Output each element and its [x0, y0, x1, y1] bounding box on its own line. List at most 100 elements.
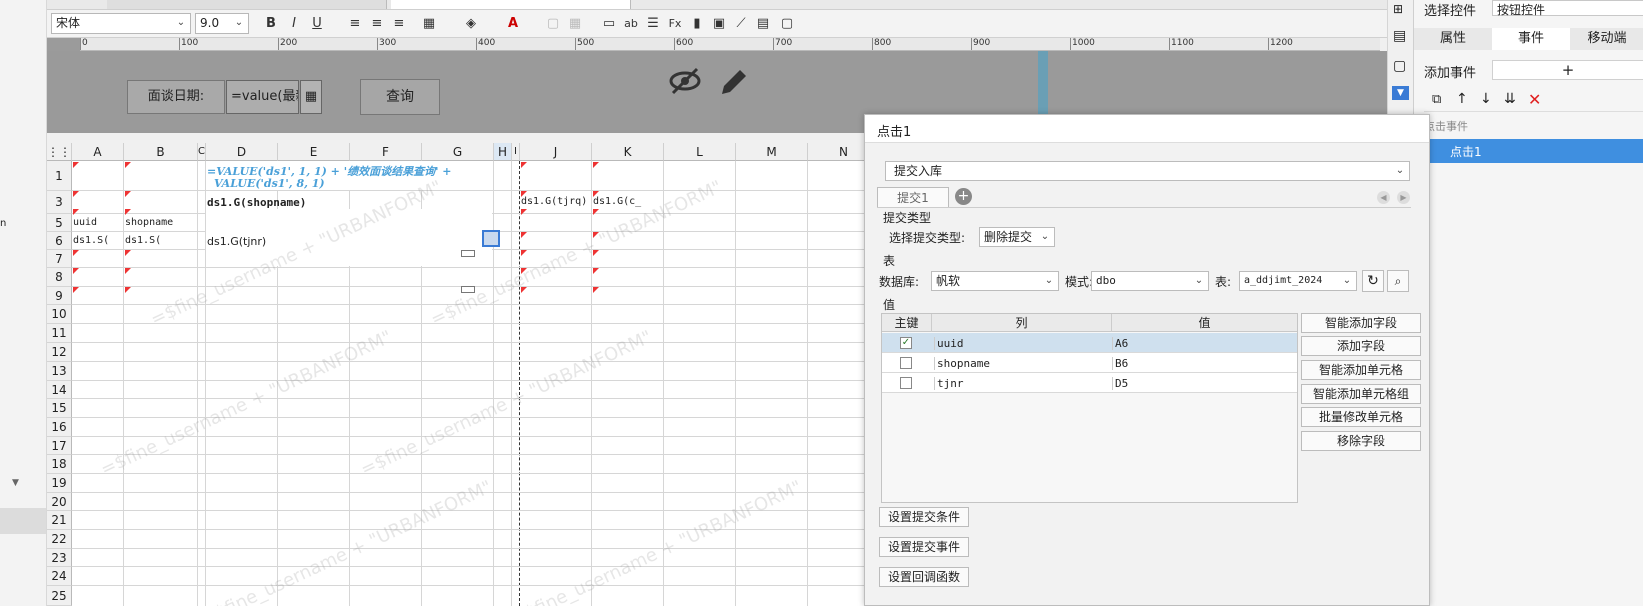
- smart-add-cell-button[interactable]: 智能添加单元格: [1301, 360, 1421, 380]
- row-header[interactable]: 25: [47, 586, 72, 606]
- arrow-up-icon[interactable]: ↑: [1456, 91, 1468, 107]
- search-table-icon[interactable]: ⌕: [1387, 270, 1409, 292]
- refresh-icon[interactable]: ↻: [1362, 270, 1384, 292]
- row-header[interactable]: 24: [47, 567, 72, 586]
- column-header-i[interactable]: I: [512, 143, 520, 161]
- row-header[interactable]: 3: [47, 191, 72, 214]
- subreport-icon[interactable]: ▤: [753, 14, 773, 34]
- row-header[interactable]: 13: [47, 362, 72, 381]
- tab-mobile[interactable]: 移动端: [1570, 28, 1643, 50]
- table-row[interactable]: ✓ uuid A6: [882, 333, 1297, 353]
- fill-color-icon[interactable]: ◈: [461, 14, 481, 34]
- set-submit-condition-button[interactable]: 设置提交条件: [879, 507, 969, 527]
- smart-add-cell-group-button[interactable]: 智能添加单元格组: [1301, 384, 1421, 404]
- insert-row-icon[interactable]: ▭: [599, 14, 619, 34]
- grid-corner[interactable]: ⋮⋮: [47, 143, 72, 161]
- column-header-a[interactable]: A: [72, 143, 124, 161]
- row-header[interactable]: 7: [47, 250, 72, 268]
- row-header[interactable]: 5: [47, 214, 72, 232]
- formula-icon[interactable]: Fx: [665, 14, 685, 34]
- font-family-select[interactable]: 宋体 ⌄: [51, 13, 191, 34]
- row-header[interactable]: 11: [47, 324, 72, 343]
- submit-subtab[interactable]: 提交1: [877, 187, 949, 207]
- row-header[interactable]: 1: [47, 161, 72, 191]
- column-header-k[interactable]: K: [592, 143, 664, 161]
- cell-b5[interactable]: shopname: [125, 217, 173, 228]
- row-header[interactable]: 20: [47, 493, 72, 511]
- hidden-eye-icon[interactable]: [668, 66, 702, 103]
- row-header[interactable]: 15: [47, 399, 72, 418]
- prev-tab-icon[interactable]: ◀: [1377, 191, 1390, 204]
- row-header[interactable]: 12: [47, 343, 72, 362]
- row-value[interactable]: B6: [1112, 357, 1128, 370]
- underline-icon[interactable]: U: [307, 14, 327, 34]
- calendar-icon[interactable]: ▦: [300, 80, 322, 114]
- add-subtab-icon[interactable]: +: [955, 188, 972, 205]
- delete-icon[interactable]: ✕: [1528, 90, 1541, 109]
- select-control-value[interactable]: 按钮控件: [1492, 0, 1643, 17]
- row-header[interactable]: 14: [47, 381, 72, 399]
- row-header[interactable]: 6: [47, 232, 72, 250]
- row-header[interactable]: 18: [47, 455, 72, 474]
- table-select[interactable]: a_ddjimt_2024 ⌄: [1239, 271, 1357, 291]
- add-event-button[interactable]: +: [1492, 60, 1643, 80]
- submit-type-select[interactable]: 删除提交 ⌄: [979, 227, 1055, 247]
- copy-icon[interactable]: ⧉: [1432, 92, 1441, 107]
- column-header-h[interactable]: H: [494, 143, 512, 161]
- align-right-icon[interactable]: ≡: [389, 14, 409, 34]
- cell-d3[interactable]: ds1.G(shopname): [207, 196, 306, 209]
- column-header-f[interactable]: F: [350, 143, 422, 161]
- tab-events[interactable]: 事件: [1492, 28, 1570, 50]
- chart-icon[interactable]: ▮: [687, 14, 707, 34]
- bold-icon[interactable]: B: [261, 14, 281, 34]
- frame-icon[interactable]: ▢: [1393, 58, 1406, 74]
- left-panel-selected-row[interactable]: [0, 508, 46, 534]
- selected-cell-button-widget[interactable]: [482, 230, 500, 247]
- date-param-input[interactable]: =value(最新: [226, 80, 299, 114]
- italic-icon[interactable]: I: [284, 14, 304, 34]
- merge-cells-icon[interactable]: ▢: [543, 14, 563, 34]
- row-header[interactable]: 9: [47, 287, 72, 305]
- border-icon[interactable]: ▦: [419, 14, 439, 34]
- row-value[interactable]: D5: [1112, 377, 1128, 390]
- column-header-j[interactable]: J: [520, 143, 592, 161]
- column-header-d[interactable]: D: [206, 143, 278, 161]
- row-header[interactable]: 23: [47, 549, 72, 567]
- query-button[interactable]: 查询: [360, 79, 440, 115]
- column-header-c[interactable]: C: [198, 143, 206, 161]
- schema-select[interactable]: dbo ⌄: [1091, 271, 1209, 291]
- slash-icon[interactable]: ⟋: [731, 14, 751, 34]
- table-row[interactable]: shopname B6: [882, 353, 1297, 373]
- paragraph-icon[interactable]: ☰: [643, 14, 663, 34]
- widget-settings-icon[interactable]: ▤: [1393, 28, 1406, 44]
- row-value[interactable]: A6: [1112, 337, 1128, 350]
- add-field-button[interactable]: 添加字段: [1301, 336, 1421, 356]
- widget-handle[interactable]: [461, 250, 475, 257]
- primary-key-checkbox[interactable]: [900, 357, 912, 369]
- next-tab-icon[interactable]: ▶: [1397, 191, 1410, 204]
- edit-pencil-icon[interactable]: [718, 66, 750, 101]
- table-row[interactable]: tjnr D5: [882, 373, 1297, 393]
- collapse-arrow-icon[interactable]: ▼: [12, 478, 19, 488]
- row-header[interactable]: 10: [47, 305, 72, 324]
- row-header[interactable]: 8: [47, 268, 72, 287]
- cell-d6[interactable]: ds1.G(tjnr): [207, 235, 266, 248]
- action-type-select[interactable]: 提交入库 ⌄: [885, 161, 1410, 181]
- row-header[interactable]: 16: [47, 418, 72, 437]
- row-header[interactable]: 21: [47, 511, 72, 530]
- primary-key-checkbox[interactable]: [900, 377, 912, 389]
- image-icon[interactable]: ▣: [709, 14, 729, 34]
- cell-b6[interactable]: ds1.S(: [125, 235, 161, 246]
- cell-a6[interactable]: ds1.S(: [73, 235, 109, 246]
- align-left-icon[interactable]: ≡: [345, 14, 365, 34]
- unmerge-cells-icon[interactable]: ▦: [565, 14, 585, 34]
- column-header-b[interactable]: B: [124, 143, 198, 161]
- cell-a5[interactable]: uuid: [73, 217, 97, 228]
- arrow-down-icon[interactable]: ↓: [1480, 91, 1492, 107]
- tab-properties[interactable]: 属性: [1414, 28, 1492, 50]
- cell-k3[interactable]: ds1.G(c_: [593, 196, 641, 207]
- database-select[interactable]: 帆软 ⌄: [931, 271, 1059, 291]
- row-header[interactable]: 19: [47, 474, 72, 493]
- remove-field-button[interactable]: 移除字段: [1301, 431, 1421, 451]
- tab-report-1[interactable]: [107, 0, 387, 9]
